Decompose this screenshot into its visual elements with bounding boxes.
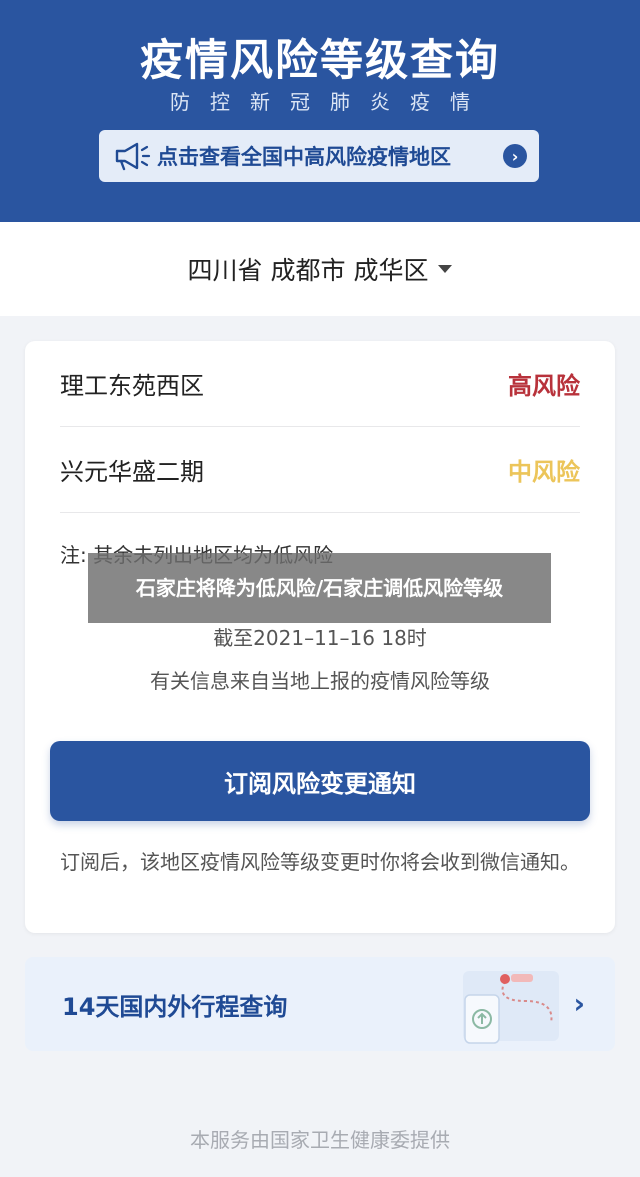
page-subtitle: 防控新冠肺炎疫情: [170, 90, 490, 114]
subscribe-note: 订阅后，该地区疫情风险等级变更时你将会收到微信通知。: [60, 850, 580, 874]
caption-overlay: 石家庄将降为低风险/石家庄调低风险等级: [88, 553, 551, 623]
region-selector[interactable]: 四川省 成都市 成华区: [0, 222, 640, 316]
risk-level-badge: 高风险: [508, 372, 580, 400]
caption-overlay-text: 石家庄将降为低风险/石家庄调低风险等级: [135, 575, 504, 600]
risk-area-name: 理工东苑西区: [60, 372, 204, 400]
caret-down-icon: [438, 265, 453, 273]
region-label: 四川省 成都市 成华区: [187, 256, 429, 285]
risk-list-item: 兴元华盛二期 中风险: [60, 427, 580, 513]
trip-query-card[interactable]: 14天国内外行程查询 ›: [25, 957, 615, 1051]
header-banner: 疫情风险等级查询 防控新冠肺炎疫情 点击查看全国中高风险疫情地区 ›: [0, 0, 640, 222]
risk-result-card: 理工东苑西区 高风险 兴元华盛二期 中风险 注: 其余未列出地区均为低风险 截至…: [25, 341, 615, 933]
arrow-right-circle-icon: ›: [503, 144, 527, 168]
data-source-text: 有关信息来自当地上报的疫情风险等级: [150, 669, 490, 693]
risk-level-badge: 中风险: [508, 458, 580, 486]
high-risk-areas-link-label: 点击查看全国中高风险疫情地区: [157, 145, 451, 169]
megaphone-icon: [115, 142, 151, 171]
cutoff-time: 截至2021–11–16 18时: [213, 626, 427, 650]
risk-area-name: 兴元华盛二期: [60, 458, 204, 486]
footer-text: 本服务由国家卫生健康委提供: [190, 1128, 450, 1152]
high-risk-areas-link[interactable]: 点击查看全国中高风险疫情地区 ›: [99, 130, 539, 182]
chevron-right-icon: ›: [573, 987, 585, 1020]
subscribe-button[interactable]: 订阅风险变更通知: [50, 741, 590, 821]
trip-query-label: 14天国内外行程查询: [62, 993, 288, 1021]
page-title: 疫情风险等级查询: [140, 36, 500, 86]
route-map-icon: [463, 971, 559, 1044]
risk-list-item: 理工东苑西区 高风险: [60, 341, 580, 427]
